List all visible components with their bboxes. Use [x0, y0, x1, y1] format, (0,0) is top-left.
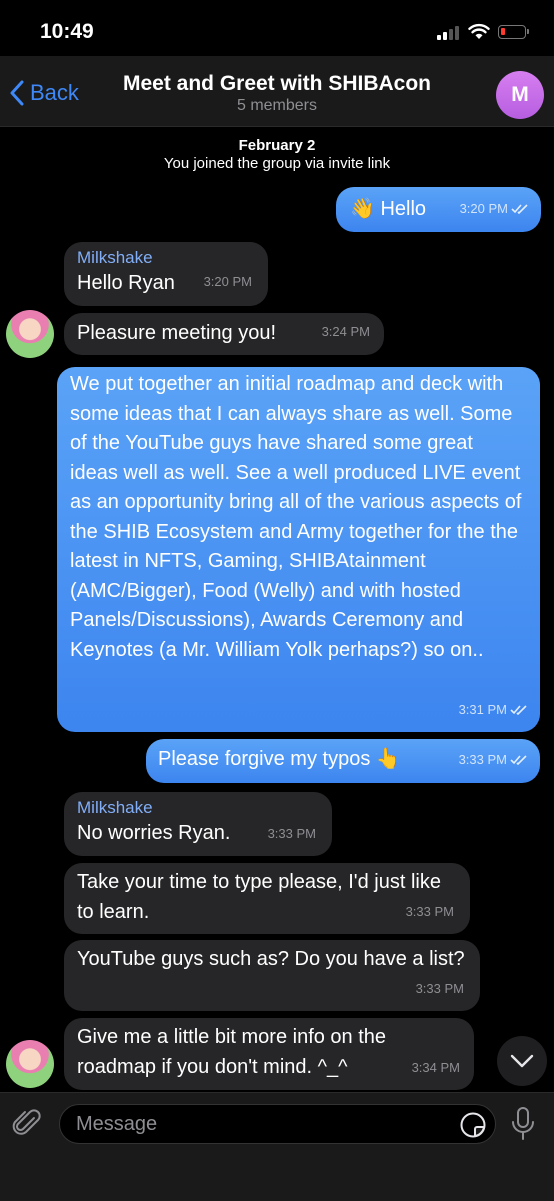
message-text: YouTube guys such as? Do you have a list…: [77, 948, 465, 970]
message-text: 👋 Hello: [350, 198, 427, 220]
message-bubble-incoming[interactable]: YouTube guys such as? Do you have a list…: [64, 940, 480, 1011]
paperclip-icon[interactable]: [12, 1106, 42, 1140]
microphone-icon[interactable]: [510, 1106, 536, 1142]
message-bubble-outgoing[interactable]: 👋 Hello 3:20 PM: [336, 187, 541, 232]
sender-avatar[interactable]: [6, 310, 54, 358]
message-text: Give me a little bit more info on the ro…: [77, 1026, 387, 1078]
message-input[interactable]: [60, 1105, 472, 1143]
status-time: 10:49: [40, 20, 94, 43]
cellular-signal-icon: [437, 26, 459, 40]
message-text: Please forgive my typos 👆: [158, 748, 401, 770]
message-time: 3:33 PM: [405, 903, 454, 919]
sender-name: Milkshake: [77, 798, 153, 817]
message-time: 3:31 PM: [458, 701, 507, 717]
message-time: 3:20 PM: [459, 200, 508, 216]
battery-icon: [498, 25, 529, 39]
double-check-icon: [510, 704, 527, 715]
chat-title[interactable]: Meet and Greet with SHIBAcon: [0, 72, 554, 96]
service-message: You joined the group via invite link: [163, 155, 391, 172]
message-time: 3:20 PM: [203, 273, 252, 289]
message-bubble-outgoing[interactable]: Please forgive my typos 👆 3:33 PM: [146, 739, 540, 783]
message-text: Pleasure meeting you!: [77, 322, 277, 344]
chevron-down-icon: [510, 1054, 534, 1068]
message-bubble-incoming[interactable]: Pleasure meeting you! 3:24 PM: [64, 313, 384, 355]
message-text: Take your time to type please, I'd just …: [77, 871, 441, 923]
message-bubble-incoming[interactable]: Give me a little bit more info on the ro…: [64, 1018, 474, 1090]
double-check-icon: [511, 203, 528, 214]
message-time: 3:33 PM: [415, 980, 464, 996]
member-count: 5 members: [236, 97, 318, 114]
message-time: 3:33 PM: [458, 751, 507, 767]
sender-avatar[interactable]: [6, 1040, 54, 1088]
message-time: 3:33 PM: [267, 825, 316, 841]
scroll-to-bottom-button[interactable]: [497, 1036, 547, 1086]
message-bubble-incoming[interactable]: Take your time to type please, I'd just …: [64, 863, 470, 934]
message-time: 3:34 PM: [411, 1059, 460, 1075]
date-separator: February 2: [238, 137, 316, 154]
message-bubble-outgoing[interactable]: We put together an initial roadmap and d…: [57, 367, 540, 732]
wifi-icon: [468, 23, 490, 39]
message-input-field[interactable]: [59, 1104, 496, 1144]
message-bubble-incoming[interactable]: Milkshake No worries Ryan. 3:33 PM: [64, 792, 332, 856]
sticker-icon[interactable]: [459, 1111, 487, 1139]
group-avatar[interactable]: M: [496, 71, 544, 119]
message-text: We put together an initial roadmap and d…: [70, 373, 522, 661]
message-bubble-incoming[interactable]: Milkshake Hello Ryan 3:20 PM: [64, 242, 268, 306]
double-check-icon: [510, 754, 527, 765]
message-time: 3:24 PM: [321, 323, 370, 339]
